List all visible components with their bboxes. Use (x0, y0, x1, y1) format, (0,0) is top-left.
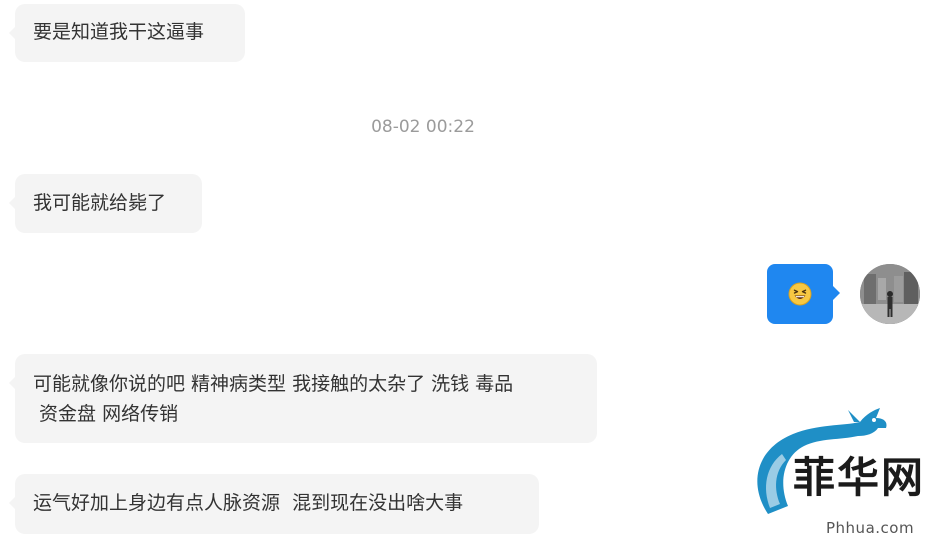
watermark-url: Phhua.com (826, 519, 915, 537)
message-text: 可能就像你说的吧 精神病类型 我接触的太杂了 洗钱 毒品 资金盘 网络传销 (33, 373, 514, 425)
user-avatar[interactable] (860, 264, 920, 324)
grinning-squinting-face-emoji-icon (788, 282, 812, 306)
watermark-text: 菲华网 (793, 453, 926, 502)
message-text: 运气好加上身边有点人脉资源 混到现在没出啥大事 (33, 492, 464, 514)
outgoing-message-bubble[interactable] (767, 264, 840, 324)
incoming-message-bubble[interactable]: 运气好加上身边有点人脉资源 混到现在没出啥大事 (9, 474, 539, 534)
message-text: 要是知道我干这逼事 (33, 21, 205, 43)
incoming-message-bubble[interactable]: 可能就像你说的吧 精神病类型 我接触的太杂了 洗钱 毒品 资金盘 网络传销 (9, 354, 597, 443)
avatar-photo (860, 264, 920, 324)
chat-window: 要是知道我干这逼事 08-02 00:22 我可能就给毙了 可能就像你说的吧 精… (0, 0, 933, 543)
incoming-message-bubble[interactable]: 我可能就给毙了 (9, 174, 202, 233)
incoming-message-bubble[interactable]: 要是知道我干这逼事 (9, 4, 245, 62)
site-watermark: 菲华网 Phhua.com (748, 404, 933, 543)
message-text: 我可能就给毙了 (33, 192, 167, 214)
message-timestamp: 08-02 00:22 (371, 117, 475, 137)
